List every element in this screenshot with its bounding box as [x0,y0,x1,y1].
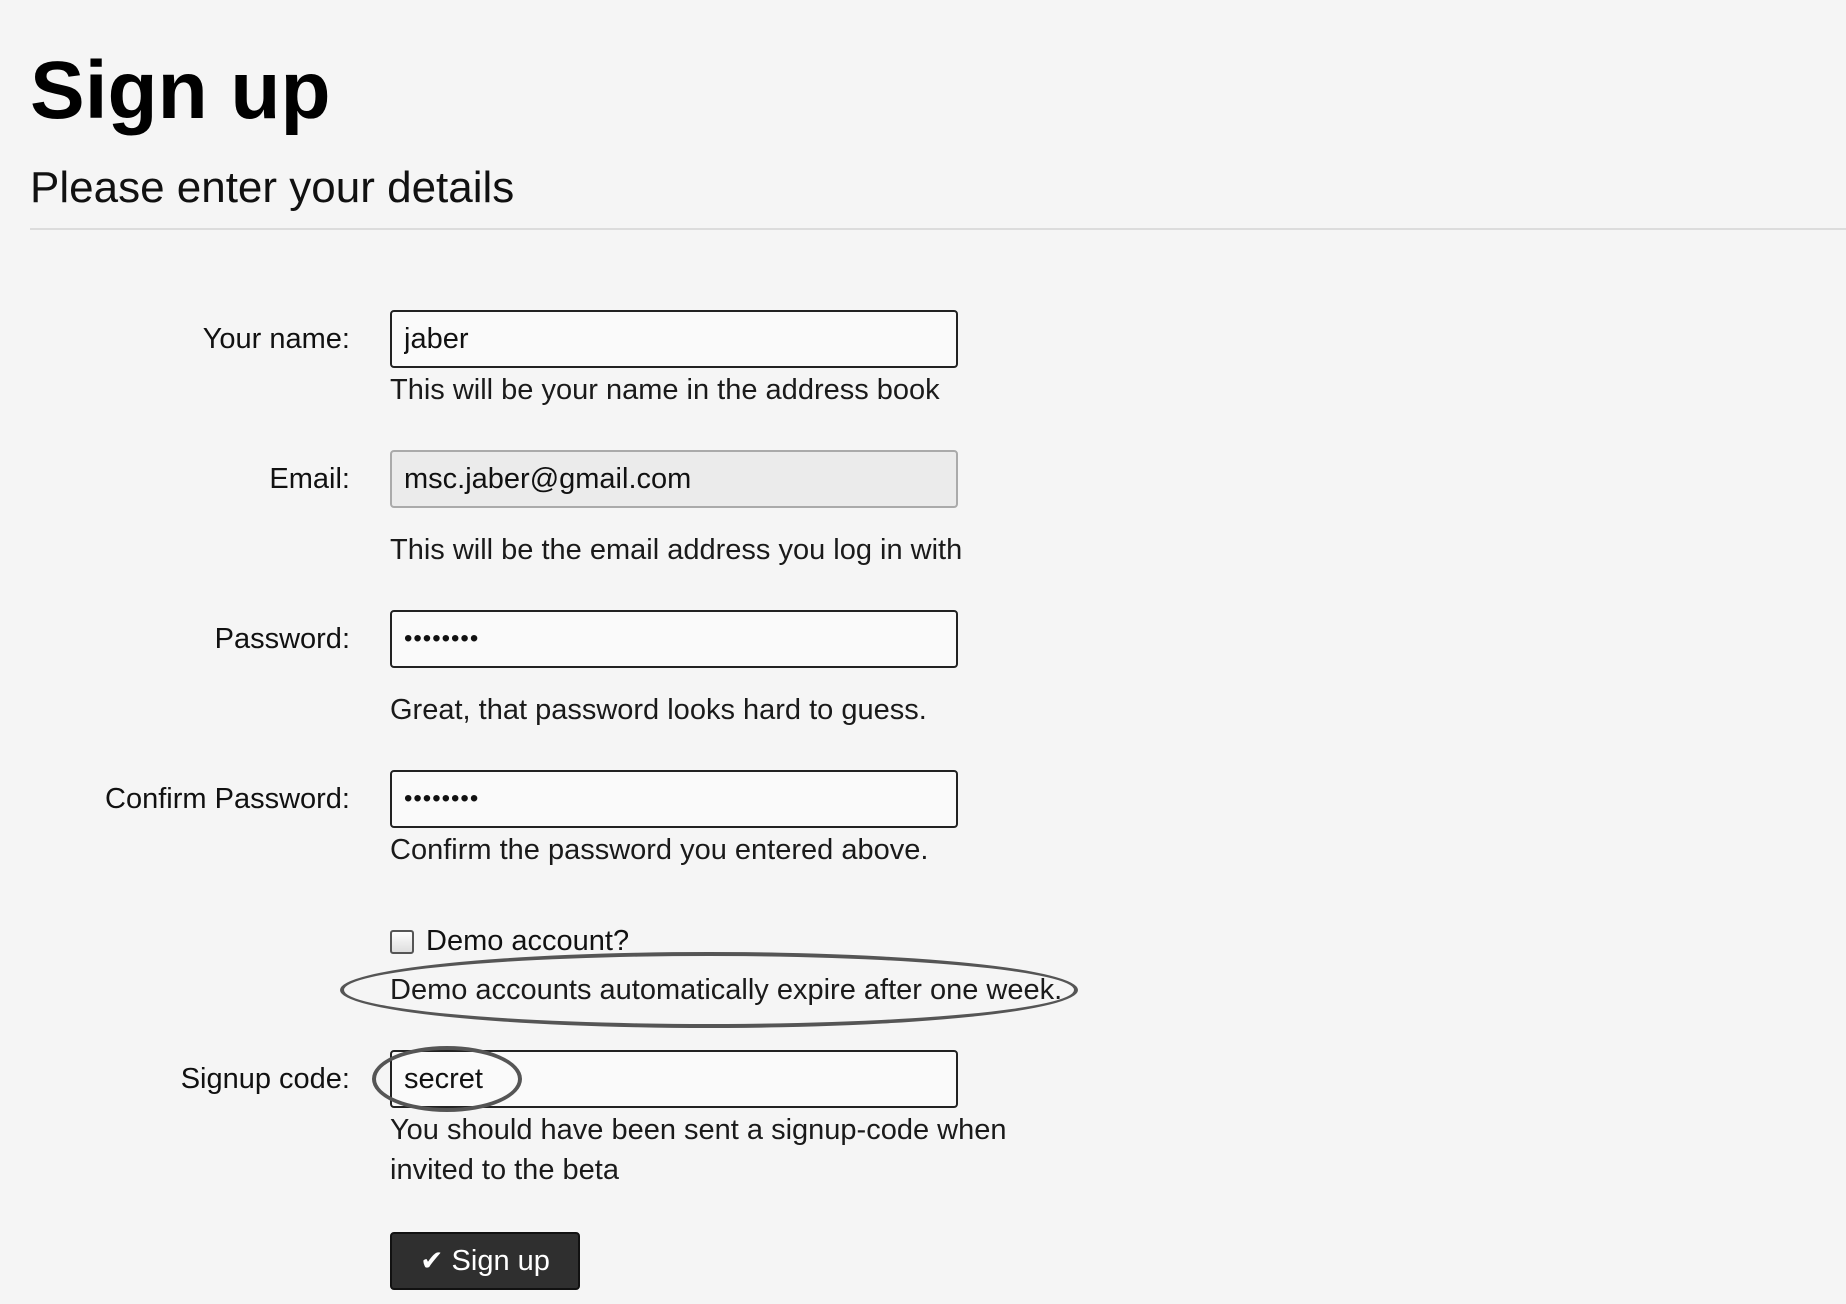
demo-account-label: Demo account? [426,925,630,957]
page-subtitle: Please enter your details [30,163,515,212]
demo-account-row[interactable]: Demo account? [390,925,629,958]
name-help: This will be your name in the address bo… [390,374,940,406]
demo-account-checkbox[interactable] [390,929,414,954]
signup-code-input[interactable] [390,1050,958,1108]
email-label: Email: [269,463,350,495]
confirm-password-help: Confirm the password you entered above. [390,834,929,866]
divider [30,228,1846,230]
password-help: Great, that password looks hard to guess… [390,694,927,726]
signup-code-label: Signup code: [180,1063,350,1095]
name-label: Your name: [202,323,350,355]
name-input[interactable] [390,310,958,368]
checkmark-icon: ✔ [420,1245,444,1276]
password-input[interactable] [390,610,958,668]
email-input[interactable] [390,450,958,508]
sign-up-button[interactable]: ✔ Sign up [390,1232,580,1290]
email-help: This will be the email address you log i… [390,534,963,566]
page-title: Sign up [30,45,331,136]
confirm-password-input[interactable] [390,770,958,828]
sign-up-button-label: Sign up [451,1244,550,1277]
confirm-password-label: Confirm Password: [105,783,350,815]
password-label: Password: [214,623,350,655]
demo-account-help: Demo accounts automatically expire after… [390,974,1063,1006]
signup-code-help: You should have been sent a signup-code … [390,1114,1007,1186]
